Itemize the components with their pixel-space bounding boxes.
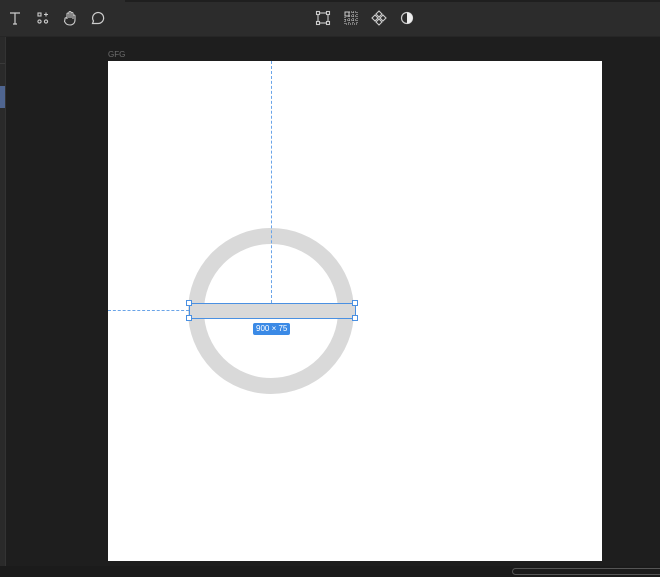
selected-rectangle[interactable] — [189, 303, 356, 319]
contrast-icon[interactable] — [398, 9, 416, 27]
resize-handle-bottom-left[interactable] — [186, 315, 192, 321]
components-icon[interactable] — [34, 9, 52, 27]
vertical-guide — [271, 61, 272, 303]
component-icon[interactable] — [370, 9, 388, 27]
frame-selection-icon[interactable] — [314, 9, 332, 27]
horizontal-scrollbar[interactable] — [512, 568, 660, 575]
resize-handle-top-left[interactable] — [186, 300, 192, 306]
layers-panel — [0, 37, 6, 577]
toolbar — [0, 0, 660, 37]
layout-grid-icon[interactable] — [342, 9, 360, 27]
size-badge: 900 × 75 — [253, 323, 291, 335]
top-strip — [125, 0, 660, 2]
text-tool-icon[interactable] — [6, 9, 24, 27]
frame-label[interactable]: GFG — [108, 50, 125, 59]
panel-divider — [0, 63, 5, 64]
comment-icon[interactable] — [88, 9, 106, 27]
horizontal-guide — [108, 310, 189, 311]
resize-handle-bottom-right[interactable] — [352, 315, 358, 321]
hand-icon[interactable] — [61, 9, 79, 27]
resize-handle-top-right[interactable] — [352, 300, 358, 306]
selected-layer[interactable] — [0, 86, 5, 108]
